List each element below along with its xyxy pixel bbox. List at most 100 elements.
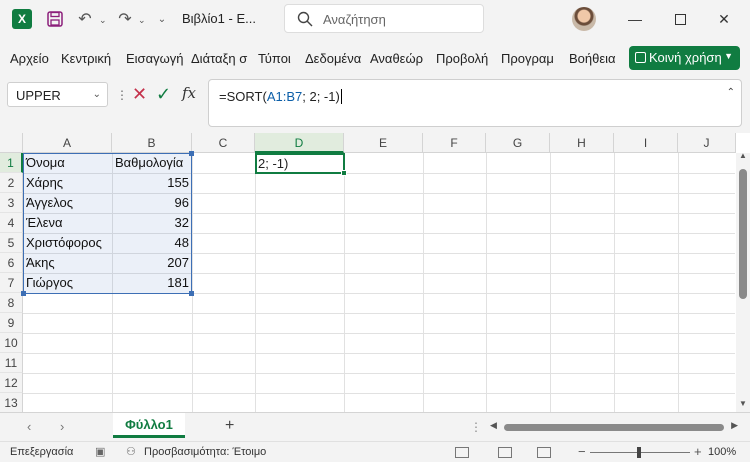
- active-cell-d1[interactable]: 2; -1): [255, 153, 347, 176]
- horizontal-scrollbar[interactable]: ◀ ▶: [488, 420, 740, 434]
- column-header-f[interactable]: F: [423, 133, 486, 153]
- tab-file[interactable]: Αρχείο: [10, 51, 49, 66]
- tab-data[interactable]: Δεδομένα: [305, 51, 363, 66]
- row-header-5[interactable]: 5: [0, 233, 23, 253]
- scroll-down-icon[interactable]: ▼: [739, 399, 747, 408]
- tab-home[interactable]: Κεντρική: [61, 51, 111, 66]
- cancel-formula-icon[interactable]: ✕: [132, 84, 147, 105]
- tab-split-handle-icon[interactable]: ⋮: [470, 420, 482, 434]
- normal-view-icon[interactable]: [455, 447, 469, 458]
- row-header-4[interactable]: 4: [0, 213, 23, 233]
- cell-a2[interactable]: Χάρης: [23, 173, 112, 193]
- row-header-11[interactable]: 11: [0, 353, 23, 373]
- tab-review[interactable]: Αναθεώρ: [370, 51, 423, 66]
- cell-b6[interactable]: 207: [112, 253, 192, 273]
- maximize-icon[interactable]: [665, 6, 695, 32]
- page-layout-view-icon[interactable]: [498, 447, 512, 458]
- tab-formulas[interactable]: Τύποι: [258, 51, 291, 66]
- document-title[interactable]: Βιβλίο1 - Ε...: [182, 11, 256, 26]
- cell-a7[interactable]: Γιώργος: [23, 273, 112, 293]
- sheet-tab-active[interactable]: Φύλλο1: [113, 413, 185, 438]
- cell-b3[interactable]: 96: [112, 193, 192, 213]
- undo-icon[interactable]: ↶: [76, 8, 94, 30]
- share-button[interactable]: Κοινή χρήση ▼: [629, 46, 740, 70]
- row-header-7[interactable]: 7: [0, 273, 23, 293]
- column-header-h[interactable]: H: [550, 133, 614, 153]
- undo-dropdown-icon[interactable]: ⌄: [99, 15, 107, 26]
- row-header-8[interactable]: 8: [0, 293, 23, 313]
- row-header-1[interactable]: 1: [0, 153, 23, 173]
- tab-insert[interactable]: Εισαγωγή: [126, 51, 183, 66]
- tab-help[interactable]: Βοήθεια: [569, 51, 616, 66]
- enter-formula-icon[interactable]: ✓: [156, 84, 171, 105]
- zoom-level[interactable]: 100%: [708, 446, 736, 458]
- column-header-d[interactable]: D: [255, 133, 344, 153]
- collapse-formula-bar-icon[interactable]: ⌃: [727, 87, 735, 98]
- zoom-out-icon[interactable]: −: [578, 444, 586, 459]
- prev-sheet-icon[interactable]: ‹: [27, 419, 31, 434]
- chevron-down-icon: ▼: [724, 51, 733, 61]
- cell-a1[interactable]: Όνομα: [23, 153, 112, 173]
- redo-icon[interactable]: ↷: [116, 8, 134, 30]
- select-all-corner[interactable]: [0, 133, 23, 153]
- cell-a3[interactable]: Άγγελος: [23, 193, 112, 213]
- row-header-9[interactable]: 9: [0, 313, 23, 333]
- cell-mode-icon[interactable]: ▣: [95, 445, 109, 459]
- next-sheet-icon[interactable]: ›: [60, 419, 64, 434]
- row-header-12[interactable]: 12: [0, 373, 23, 393]
- scroll-thumb[interactable]: [739, 169, 747, 299]
- search-input[interactable]: Αναζήτηση: [284, 4, 484, 33]
- fill-handle[interactable]: [341, 170, 347, 176]
- formula-range-ref: A1:B7: [266, 89, 303, 104]
- cell-a4[interactable]: Έλενα: [23, 213, 112, 233]
- insert-function-icon[interactable]: fx: [182, 84, 196, 102]
- worksheet-grid[interactable]: A B C D E F G H I J 1 2 3 4 5 6 7 8 9 10…: [0, 133, 750, 412]
- search-placeholder: Αναζήτηση: [323, 12, 386, 27]
- row-header-6[interactable]: 6: [0, 253, 23, 273]
- add-sheet-button[interactable]: +: [225, 417, 234, 435]
- accessibility-status[interactable]: Προσβασιμότητα: Έτοιμο: [144, 446, 266, 458]
- avatar[interactable]: [572, 7, 596, 31]
- save-icon[interactable]: [44, 8, 66, 30]
- zoom-slider-knob[interactable]: [637, 447, 641, 458]
- row-header-3[interactable]: 3: [0, 193, 23, 213]
- cell-a6[interactable]: Άκης: [23, 253, 112, 273]
- quick-access-more-icon[interactable]: ⌄: [156, 8, 168, 30]
- scroll-thumb[interactable]: [504, 424, 724, 431]
- tab-developer[interactable]: Προγραμ: [501, 51, 560, 66]
- formula-prefix: =SORT(: [219, 89, 267, 104]
- gridline: [23, 313, 735, 314]
- formula-input[interactable]: =SORT(A1:B7; 2; -1) ⌃: [208, 79, 742, 127]
- column-header-a[interactable]: A: [23, 133, 112, 153]
- column-header-i[interactable]: I: [614, 133, 678, 153]
- column-header-e[interactable]: E: [344, 133, 423, 153]
- row-header-13[interactable]: 13: [0, 393, 23, 412]
- cell-b4[interactable]: 32: [112, 213, 192, 233]
- zoom-in-icon[interactable]: +: [694, 444, 702, 459]
- tab-page-layout[interactable]: Διάταξη σ: [191, 51, 251, 66]
- page-break-view-icon[interactable]: [537, 447, 551, 458]
- column-header-g[interactable]: G: [486, 133, 550, 153]
- scroll-left-icon[interactable]: ◀: [490, 420, 497, 431]
- cell-b7[interactable]: 181: [112, 273, 192, 293]
- formula-suffix: ; 2; -1): [302, 89, 340, 104]
- close-icon[interactable]: ✕: [709, 6, 739, 32]
- scroll-right-icon[interactable]: ▶: [731, 420, 738, 431]
- tab-view[interactable]: Προβολή: [436, 51, 488, 66]
- formula-bar-options-icon[interactable]: ⋮: [116, 88, 128, 102]
- name-box[interactable]: UPPER ⌄: [7, 82, 108, 107]
- cell-a5[interactable]: Χριστόφορος: [23, 233, 112, 253]
- vertical-scrollbar[interactable]: ▲ ▼: [736, 151, 750, 412]
- cell-b5[interactable]: 48: [112, 233, 192, 253]
- accessibility-icon[interactable]: ⚇: [126, 445, 140, 459]
- minimize-icon[interactable]: —: [620, 6, 650, 32]
- cell-b2[interactable]: 155: [112, 173, 192, 193]
- scroll-up-icon[interactable]: ▲: [739, 151, 747, 160]
- column-header-b[interactable]: B: [112, 133, 192, 153]
- row-header-2[interactable]: 2: [0, 173, 23, 193]
- column-header-j[interactable]: J: [678, 133, 736, 153]
- column-header-c[interactable]: C: [192, 133, 255, 153]
- cell-b1[interactable]: Βαθμολογία: [112, 153, 192, 173]
- row-header-10[interactable]: 10: [0, 333, 23, 353]
- redo-dropdown-icon[interactable]: ⌄: [138, 15, 146, 26]
